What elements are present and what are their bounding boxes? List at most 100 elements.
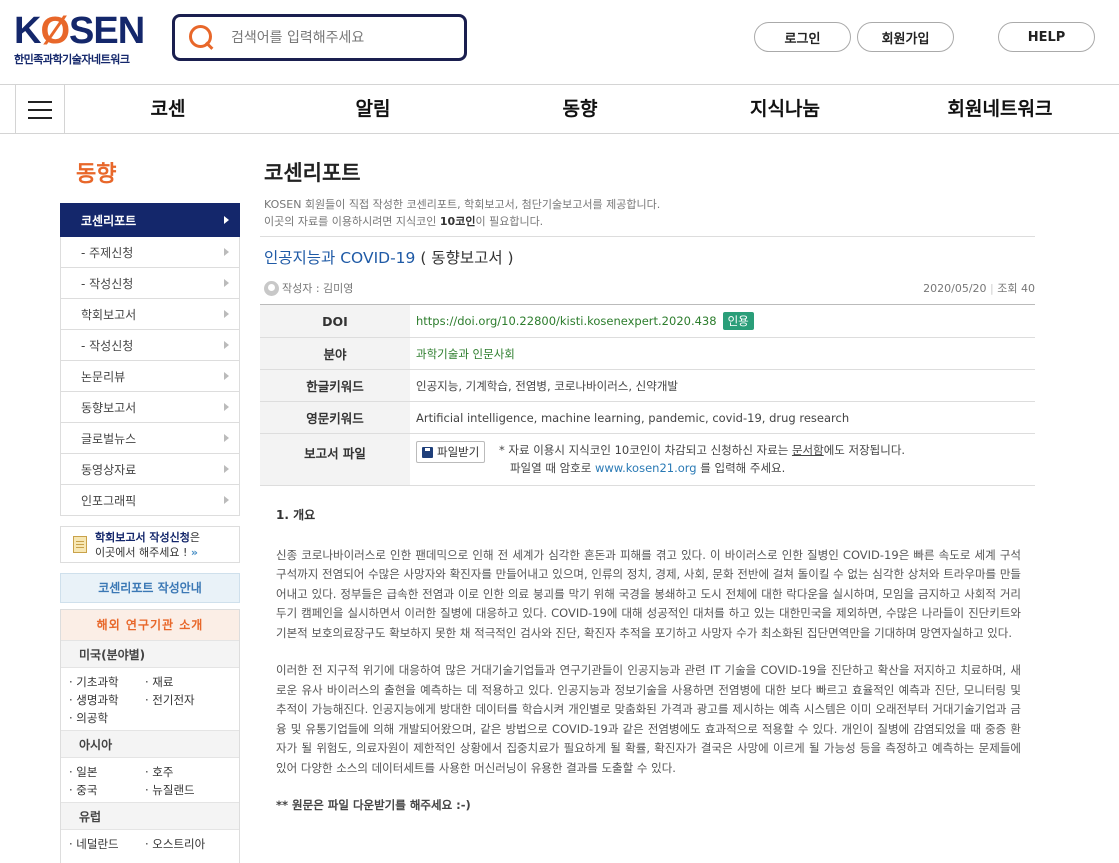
post-date: 2020/05/20 bbox=[923, 282, 987, 295]
chevron-right-icon bbox=[224, 279, 229, 287]
body-paragraph: 이러한 전 지구적 위기에 대응하여 많은 거대기술기업들과 연구기관들이 인공… bbox=[276, 663, 1021, 775]
post-views: 조회 40 bbox=[997, 282, 1035, 295]
chevron-right-icon bbox=[224, 372, 229, 380]
nav-item-knowledge[interactable]: 지식나눔 bbox=[725, 85, 845, 134]
nav-item-member-network[interactable]: 회원네트워크 bbox=[920, 85, 1080, 134]
document-box-link[interactable]: 문서함 bbox=[792, 443, 824, 457]
doi-label: DOI bbox=[260, 304, 410, 338]
category-link[interactable]: 과학기술과 인문사회 bbox=[416, 347, 515, 361]
sidebar-item-write-request[interactable]: - 작성신청 bbox=[60, 268, 240, 299]
chevron-right-icon bbox=[224, 341, 229, 349]
kosen-site-link[interactable]: www.kosen21.org bbox=[595, 461, 697, 475]
region-link[interactable]: · 중국 bbox=[69, 782, 145, 798]
apply-banner-tail: 은 bbox=[189, 530, 201, 544]
sidebar-item-label: - 작성신청 bbox=[81, 338, 134, 353]
apply-banner-text: 학회보고서 작성신청은 이곳에서 해주세요 ! » bbox=[95, 530, 200, 560]
sidebar-item-videos[interactable]: 동영상자료 bbox=[60, 454, 240, 485]
region-usa[interactable]: 미국(분야별) bbox=[61, 640, 239, 668]
sidebar-item-label: 인포그래픽 bbox=[81, 493, 137, 508]
nav-item-notice[interactable]: 알림 bbox=[323, 85, 423, 134]
file-note-text: 에도 저장됩니다. bbox=[823, 443, 906, 457]
download-note: ** 원문은 파일 다운받기를 해주세요 :-) bbox=[276, 798, 471, 812]
region-asia-list: · 일본 · 호주 · 중국 · 뉴질랜드 bbox=[61, 758, 239, 802]
section-heading: 1. 개요 bbox=[276, 508, 316, 522]
region-europe-list: · 네덜란드 · 오스트리아 bbox=[61, 830, 239, 856]
sidebar-item-label: - 작성신청 bbox=[81, 276, 134, 291]
file-note-text: * 자료 이용시 지식코인 10코인이 차감되고 신청하신 자료는 bbox=[498, 443, 792, 457]
download-file-button[interactable]: 파일받기 bbox=[416, 441, 486, 463]
chevron-right-icon bbox=[224, 216, 229, 224]
region-link[interactable]: · 일본 bbox=[69, 764, 145, 780]
category-label: 분야 bbox=[260, 337, 410, 370]
sidebar-item-paper-review[interactable]: 논문리뷰 bbox=[60, 361, 240, 392]
sidebar-item-label: 동향보고서 bbox=[81, 400, 137, 415]
body-paragraph: 신종 코로나바이러스로 인한 팬데믹으로 인해 전 세계가 심각한 혼돈과 피해… bbox=[276, 547, 1021, 640]
sidebar-item-label: 동영상자료 bbox=[81, 462, 137, 477]
hamburger-menu-icon[interactable] bbox=[15, 85, 65, 134]
region-link[interactable]: · 뉴질랜드 bbox=[145, 782, 235, 798]
region-link[interactable]: · 호주 bbox=[145, 764, 235, 780]
region-link[interactable]: · 재료 bbox=[145, 674, 235, 690]
description-line: KOSEN 회원들이 직접 작성한 코센리포트, 학회보고서, 첨단기술보고서를… bbox=[264, 198, 661, 211]
overseas-institutes-title: 해외 연구기관 소개 bbox=[61, 610, 239, 640]
post-author: 작성자 : 김미영 bbox=[264, 280, 353, 296]
sidebar-item-kosen-report[interactable]: 코센리포트 bbox=[60, 205, 240, 237]
chevron-right-icon bbox=[224, 434, 229, 442]
chevron-right-icon bbox=[224, 465, 229, 473]
doi-link[interactable]: https://doi.org/10.22800/kisti.kosenexpe… bbox=[416, 314, 717, 328]
report-info-table: DOI https://doi.org/10.22800/kisti.kosen… bbox=[260, 304, 1035, 486]
doi-cell: https://doi.org/10.22800/kisti.kosenexpe… bbox=[410, 304, 1035, 338]
file-notes: * 자료 이용시 지식코인 10코인이 차감되고 신청하신 자료는 문서함에도 … bbox=[499, 441, 905, 477]
sidebar-item-trend-report[interactable]: 동향보고서 bbox=[60, 392, 240, 423]
region-europe[interactable]: 유럽 bbox=[61, 802, 239, 830]
description-line: 이 필요합니다. bbox=[475, 215, 544, 228]
conference-report-apply-banner[interactable]: 학회보고서 작성신청은 이곳에서 해주세요 ! » bbox=[60, 526, 240, 563]
sidebar-item-infographic[interactable]: 인포그래픽 bbox=[60, 485, 240, 516]
search-icon[interactable] bbox=[189, 24, 215, 51]
region-link[interactable]: · 의공학 bbox=[69, 710, 145, 726]
korean-keywords-label: 한글키워드 bbox=[260, 369, 410, 402]
region-asia[interactable]: 아시아 bbox=[61, 730, 239, 758]
sidebar-title: 동향 bbox=[76, 162, 117, 187]
region-link[interactable]: · 네덜란드 bbox=[69, 836, 145, 852]
nav-item-trends[interactable]: 동향 bbox=[530, 85, 630, 134]
page-title: 코센리포트 bbox=[264, 161, 361, 185]
region-link[interactable]: · 오스트리아 bbox=[145, 836, 235, 852]
post-kind: ( 동향보고서 ) bbox=[415, 249, 514, 267]
sidebar-item-conference-report[interactable]: 학회보고서 bbox=[60, 299, 240, 330]
region-link[interactable]: · 전기전자 bbox=[145, 692, 235, 708]
download-label: 파일받기 bbox=[437, 445, 480, 459]
main-nav: 코센 알림 동향 지식나눔 회원네트워크 bbox=[0, 85, 1119, 134]
nav-item-kosen[interactable]: 코센 bbox=[118, 85, 218, 134]
sidebar-menu: 코센리포트 - 주제신청 - 작성신청 학회보고서 - 작성신청 논문리뷰 동향… bbox=[60, 203, 240, 516]
post-title-text: 인공지능과 COVID-19 bbox=[264, 249, 416, 267]
report-body: 1. 개요 신종 코로나바이러스로 인한 팬데믹으로 인해 전 세계가 심각한 … bbox=[276, 500, 1021, 816]
category-cell: 과학기술과 인문사회 bbox=[410, 337, 1035, 370]
file-note-text: 파일열 때 암호로 bbox=[509, 461, 595, 475]
login-button[interactable]: 로그인 bbox=[754, 22, 851, 52]
file-note-text: 를 입력해 주세요. bbox=[696, 461, 786, 475]
region-link[interactable]: · 생명과학 bbox=[69, 692, 145, 708]
apply-banner-line2: 이곳에서 해주세요 ! bbox=[95, 545, 188, 559]
divider bbox=[260, 236, 1035, 237]
cite-button[interactable]: 인용 bbox=[722, 312, 754, 330]
sidebar-item-label: 글로벌뉴스 bbox=[81, 431, 137, 446]
korean-keywords-value: 인공지능, 기계학습, 전염병, 코로나바이러스, 신약개발 bbox=[410, 369, 1035, 402]
sidebar-item-topic-request[interactable]: - 주제신청 bbox=[60, 237, 240, 268]
sidebar-item-global-news[interactable]: 글로벌뉴스 bbox=[60, 423, 240, 454]
help-button[interactable]: HELP bbox=[998, 22, 1095, 52]
chevron-right-icon bbox=[224, 248, 229, 256]
report-writing-guide-button[interactable]: 코센리포트 작성안내 bbox=[60, 573, 240, 603]
author-text: 작성자 : 김미영 bbox=[282, 282, 354, 295]
sidebar-item-conference-write-request[interactable]: - 작성신청 bbox=[60, 330, 240, 361]
signup-button[interactable]: 회원가입 bbox=[857, 22, 954, 52]
kosen-logo[interactable]: KØSEN 한민족과학기술자네트워크 bbox=[14, 12, 154, 66]
page-description: KOSEN 회원들이 직접 작성한 코센리포트, 학회보고서, 첨단기술보고서를… bbox=[264, 196, 660, 230]
search-box bbox=[172, 14, 467, 61]
post-title: 인공지능과 COVID-19 ( 동향보고서 ) bbox=[264, 246, 514, 268]
table-row: 영문키워드 Artificial intelligence, machine l… bbox=[260, 401, 1035, 434]
region-link[interactable]: · 기초과학 bbox=[69, 674, 145, 690]
site-header: KØSEN 한민족과학기술자네트워크 로그인 회원가입 HELP bbox=[0, 0, 1119, 85]
description-line: 이곳의 자료를 이용하시려면 지식코인 bbox=[264, 215, 440, 228]
search-input[interactable] bbox=[231, 29, 451, 46]
